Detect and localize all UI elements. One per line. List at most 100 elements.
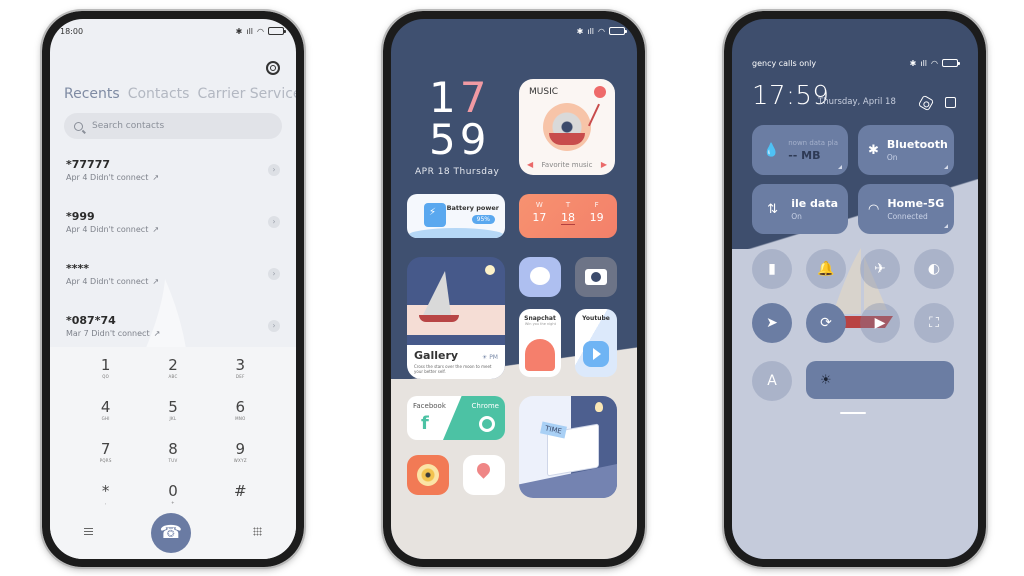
- clock-minutes: 59: [429, 115, 491, 164]
- dialer-screen: 18:00 ✱ ıll ◠ Recents Contacts Carrier S…: [50, 19, 296, 559]
- chrome-label[interactable]: Chrome: [472, 402, 499, 410]
- messenger-app-icon[interactable]: [519, 257, 561, 297]
- call-status: Didn't connect: [90, 277, 149, 286]
- outgoing-arrow-icon: ↗: [152, 173, 160, 182]
- key-digit: 4: [100, 398, 111, 416]
- key-letters: JKL: [169, 416, 177, 421]
- key-letters: GHI: [101, 416, 110, 421]
- snapchat-sub: Win you the night: [524, 322, 556, 326]
- camera-app-icon[interactable]: [575, 257, 617, 297]
- home-screen: ✱ ıll ◠ 17 59 APR 18 Thursday MUSIC ◀ Fa…: [391, 19, 637, 559]
- call-details-chevron-icon[interactable]: ›: [268, 268, 280, 280]
- previous-track-button[interactable]: ◀: [527, 160, 533, 169]
- snapchat-ghost-icon: [525, 339, 555, 371]
- signal-icon: ıll: [920, 58, 928, 68]
- search-bar[interactable]: [64, 113, 282, 139]
- expand-corner-icon: [838, 165, 842, 169]
- music-title: MUSIC: [529, 87, 559, 97]
- facebook-label[interactable]: Facebook: [413, 402, 446, 410]
- tile-wifi[interactable]: ◠ Home-5G Connected: [858, 184, 954, 234]
- tile-mobile-data[interactable]: ⇅ ile data On: [752, 184, 848, 234]
- home-indicator[interactable]: [840, 412, 866, 414]
- dialpad-key[interactable]: 1 QO: [72, 357, 139, 386]
- brightness-slider[interactable]: ☀: [806, 361, 954, 399]
- data-drop-icon: 💧: [763, 142, 780, 158]
- dialpad-key[interactable]: 8 TUV: [139, 441, 206, 470]
- key-letters: DEF: [235, 374, 245, 379]
- tab-carrier-services[interactable]: Carrier Services: [197, 86, 296, 102]
- battery-icon: [942, 59, 960, 67]
- location-toggle[interactable]: ➤: [752, 303, 792, 343]
- dialpad-toggle-icon[interactable]: [253, 527, 262, 536]
- chrome-icon[interactable]: [479, 416, 495, 432]
- brightness-icon: ☀: [820, 372, 832, 388]
- calendar-widget[interactable]: W 17 T 18 F 19: [519, 194, 617, 238]
- settings-app-icon[interactable]: [407, 455, 449, 495]
- outgoing-arrow-icon: ↗: [152, 225, 160, 234]
- dialpad-key[interactable]: 6 MNO: [207, 399, 274, 428]
- call-status: Didn't connect: [90, 173, 149, 182]
- expand-corner-icon: [944, 224, 948, 228]
- key-digit: 3: [235, 356, 246, 374]
- snapchat-app-icon[interactable]: Snapchat Win you the night: [519, 309, 561, 377]
- youtube-app-icon[interactable]: Youtube: [575, 309, 617, 377]
- signal-icon: ıll: [587, 26, 595, 36]
- gallery-caption: Cross the stars over the moon to meet yo…: [414, 364, 492, 374]
- call-date: Apr 4: [66, 173, 88, 182]
- call-button[interactable]: ☎: [151, 513, 191, 553]
- dialpad-key[interactable]: 7 PQRS: [72, 441, 139, 470]
- dialpad-key[interactable]: 3 DEF: [207, 357, 274, 386]
- airplane-toggle[interactable]: ✈: [860, 249, 900, 289]
- recent-calls-list: *77777 Apr 4 Didn't connect ↗ › *999 Apr …: [66, 158, 280, 366]
- settings-icon[interactable]: [917, 94, 935, 112]
- dialpad-key[interactable]: 2 ABC: [139, 357, 206, 386]
- edit-icon[interactable]: [945, 97, 956, 108]
- status-time: 18:00: [60, 26, 84, 36]
- music-subtitle: Favorite music: [541, 160, 593, 169]
- search-input[interactable]: [92, 121, 242, 131]
- gallery-period: ☀ PM: [481, 354, 498, 361]
- dialpad-key[interactable]: *,: [72, 483, 139, 512]
- settings-gear-icon[interactable]: [266, 61, 280, 75]
- scan-toggle[interactable]: ⛶: [914, 303, 954, 343]
- dialpad-key[interactable]: 5 JKL: [139, 399, 206, 428]
- call-status: Didn't connect: [90, 225, 149, 234]
- music-widget[interactable]: MUSIC ◀ Favorite music ▶: [519, 79, 615, 175]
- key-digit: 9: [235, 440, 246, 458]
- key-digit: 5: [168, 398, 178, 416]
- tab-recents[interactable]: Recents: [64, 86, 120, 102]
- dark-mode-toggle[interactable]: ◐: [914, 249, 954, 289]
- battery-widget[interactable]: Battery power 95%: [407, 194, 505, 238]
- clock-widget[interactable]: 17 59: [429, 77, 489, 161]
- auto-brightness-toggle[interactable]: A: [752, 361, 792, 401]
- tile-bluetooth[interactable]: ✱ Bluetooth On: [858, 125, 954, 175]
- maps-app-icon[interactable]: [463, 455, 505, 495]
- dialpad-key[interactable]: 9 WXYZ: [207, 441, 274, 470]
- menu-icon[interactable]: [84, 528, 93, 535]
- dialpad-key[interactable]: #: [207, 483, 274, 512]
- screen-record-toggle[interactable]: ▶: [860, 303, 900, 343]
- call-details-chevron-icon[interactable]: ›: [268, 320, 280, 332]
- call-details-chevron-icon[interactable]: ›: [268, 216, 280, 228]
- gallery-widget[interactable]: Gallery ☀ PM Cross the stars over the moo…: [407, 257, 505, 379]
- call-row[interactable]: **** Apr 4 Didn't connect ↗ ›: [66, 262, 280, 314]
- call-status: Didn't connect: [91, 329, 150, 338]
- next-track-button[interactable]: ▶: [601, 160, 607, 169]
- mobile-data-icon: ⇅: [767, 201, 779, 217]
- lightbulb-icon: [595, 402, 603, 412]
- call-row[interactable]: *77777 Apr 4 Didn't connect ↗ ›: [66, 158, 280, 210]
- screen-time-widget[interactable]: TIME: [519, 396, 617, 498]
- call-details-chevron-icon[interactable]: ›: [268, 164, 280, 176]
- call-row[interactable]: *999 Apr 4 Didn't connect ↗ ›: [66, 210, 280, 262]
- key-letters: QO: [102, 374, 110, 379]
- facebook-icon[interactable]: f: [421, 413, 429, 434]
- tile-data-plan[interactable]: 💧 nown data pla -- MB: [752, 125, 848, 175]
- tab-contacts[interactable]: Contacts: [128, 86, 190, 102]
- rotation-lock-toggle[interactable]: ⟳: [806, 303, 846, 343]
- dialpad-key[interactable]: 4 GHI: [72, 399, 139, 428]
- dialpad-key[interactable]: 0 +: [139, 483, 206, 512]
- flashlight-toggle[interactable]: ▮: [752, 249, 792, 289]
- silent-toggle[interactable]: 🔔: [806, 249, 846, 289]
- call-number: ****: [66, 262, 90, 275]
- battery-icon: [609, 27, 627, 35]
